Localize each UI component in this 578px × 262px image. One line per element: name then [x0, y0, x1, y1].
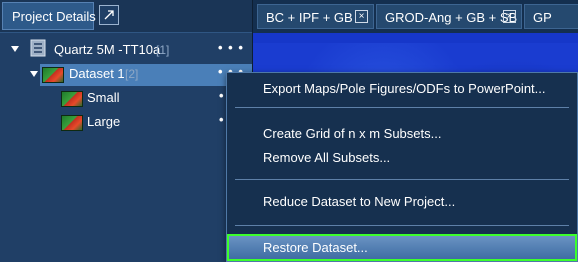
dataset-expander-icon[interactable] — [30, 71, 38, 77]
popout-button[interactable] — [99, 5, 119, 25]
tab-grod-ang-gb-sb[interactable]: GROD-Ang + GB + SB × — [376, 4, 522, 29]
tab-label: BC + IPF + GB — [266, 10, 353, 25]
menu-item-label: Reduce Dataset to New Project... — [263, 194, 456, 209]
tab-label: GP — [533, 10, 552, 25]
dataset-context-menu: Export Maps/Pole Figures/ODFs to PowerPo… — [226, 72, 578, 262]
menu-item-label: Export Maps/Pole Figures/ODFs to PowerPo… — [263, 81, 546, 96]
tab-bc-ipf-gb[interactable]: BC + IPF + GB × — [257, 4, 374, 29]
menu-item-remove-subsets[interactable]: Remove All Subsets... — [227, 146, 577, 170]
project-file-icon — [30, 39, 46, 57]
menu-separator — [235, 107, 569, 108]
menu-item-reduce-dataset[interactable]: Reduce Dataset to New Project... — [227, 190, 577, 214]
menu-separator — [235, 179, 569, 180]
close-icon[interactable]: × — [355, 10, 368, 23]
close-icon[interactable]: × — [503, 10, 516, 23]
dataset-map-icon — [42, 67, 64, 83]
subset-small-more-button[interactable]: • — [219, 88, 225, 103]
popout-icon — [104, 10, 114, 20]
tab-label: GROD-Ang + GB + SB — [385, 10, 518, 25]
project-details-panel: Project Details Quartz 5M -TT10a [1] • •… — [0, 0, 253, 262]
subset-label-large[interactable]: Large — [87, 114, 120, 129]
dataset-count: [2] — [125, 67, 139, 81]
menu-item-export-powerpoint[interactable]: Export Maps/Pole Figures/ODFs to PowerPo… — [227, 77, 577, 101]
dataset-label[interactable]: Dataset 1 — [69, 66, 125, 81]
menu-item-create-grid[interactable]: Create Grid of n x m Subsets... — [227, 122, 577, 146]
menu-item-label: Remove All Subsets... — [263, 150, 391, 165]
menu-item-label: Create Grid of n x m Subsets... — [263, 126, 442, 141]
subset-large-more-button[interactable]: • — [219, 112, 225, 127]
tab-gp[interactable]: GP — [524, 4, 578, 29]
menu-item-restore-dataset[interactable]: Restore Dataset... — [227, 234, 577, 261]
project-more-button[interactable]: • • • — [218, 40, 244, 55]
subset-map-icon — [61, 91, 83, 107]
project-details-tab[interactable]: Project Details — [2, 2, 96, 30]
project-expander-icon[interactable] — [11, 46, 19, 52]
project-count: [1] — [156, 43, 170, 57]
project-label[interactable]: Quartz 5M -TT10a — [54, 42, 160, 57]
panel-header: Project Details — [0, 0, 252, 33]
menu-item-label: Restore Dataset... — [263, 240, 368, 255]
subset-map-icon — [61, 115, 83, 131]
subset-label-small[interactable]: Small — [87, 90, 120, 105]
document-tab-bar: BC + IPF + GB × GROD-Ang + GB + SB × GP — [253, 0, 578, 33]
menu-separator — [235, 225, 569, 226]
panel-title: Project Details — [12, 9, 96, 24]
